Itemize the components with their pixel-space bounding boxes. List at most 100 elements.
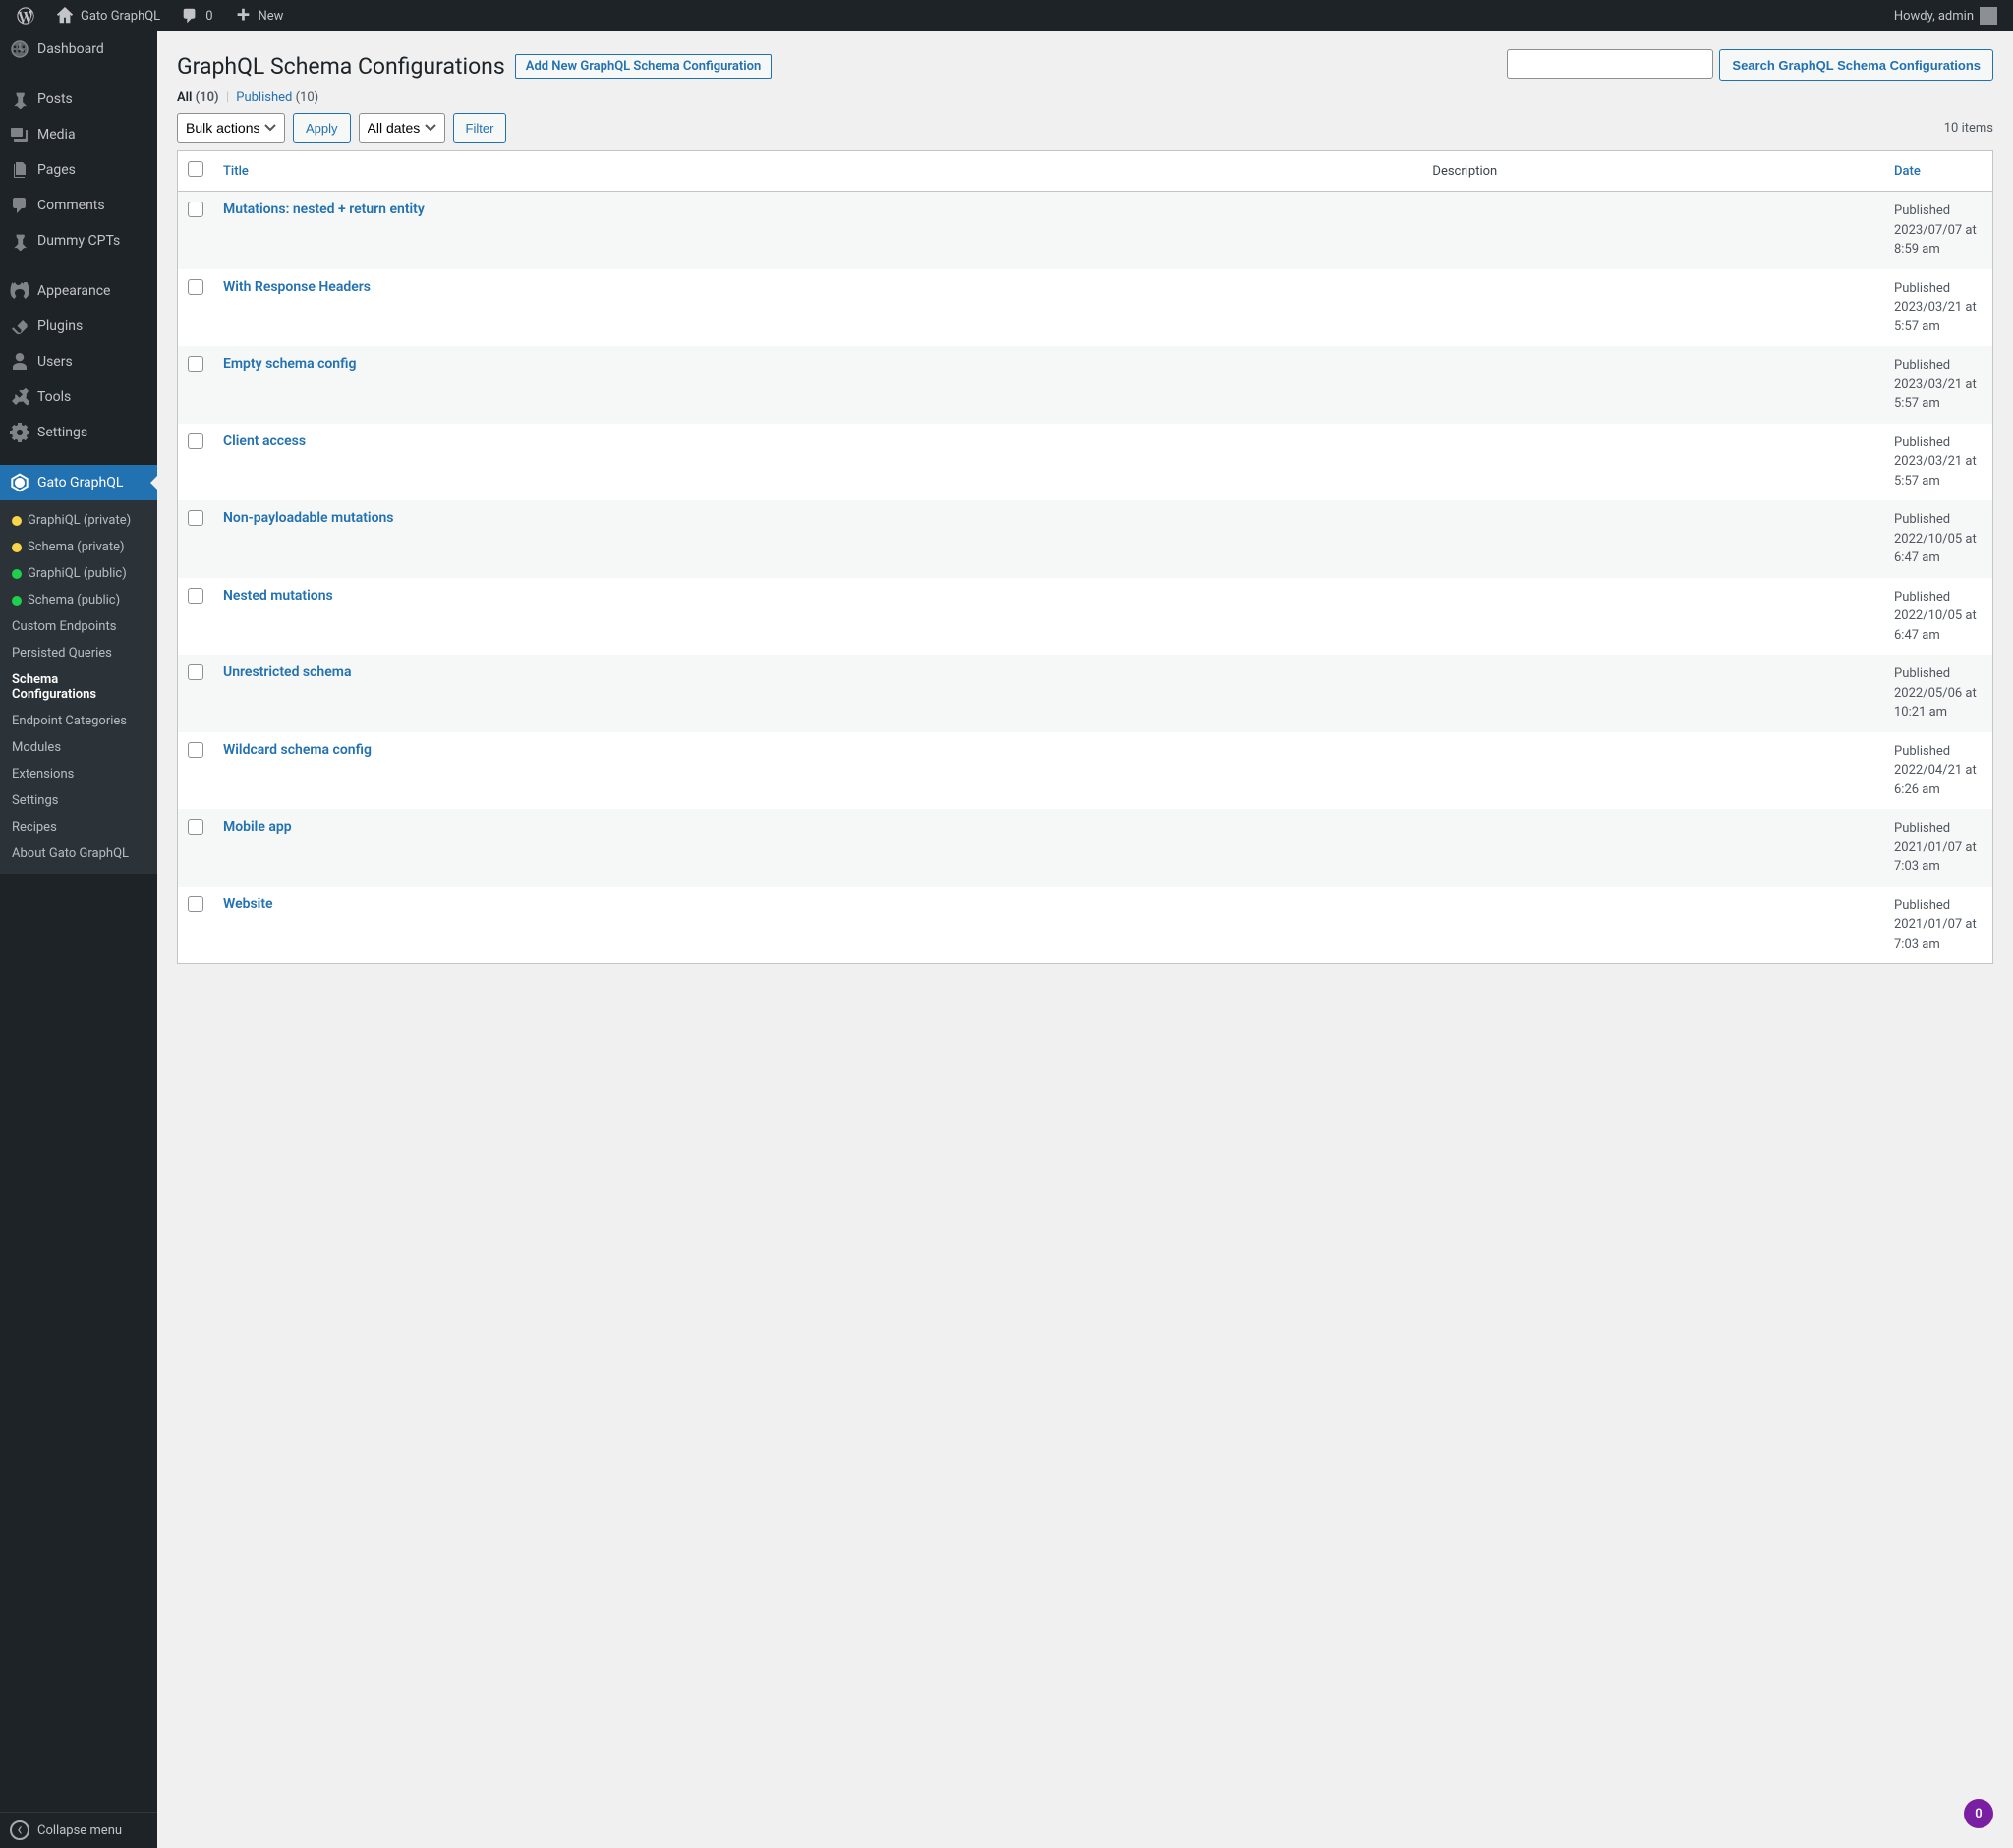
- submenu-item[interactable]: GraphiQL (public): [0, 560, 157, 587]
- menu-item-appearance[interactable]: Appearance: [0, 273, 157, 309]
- account-link[interactable]: Howdy, admin: [1886, 0, 2005, 31]
- submenu-item[interactable]: Recipes: [0, 814, 157, 840]
- table-row: WebsitePublished2021/01/07 at 7:03 am: [178, 887, 1992, 964]
- row-title-link[interactable]: Empty schema config: [223, 356, 356, 372]
- row-date: Published2023/03/21 at 5:57 am: [1894, 356, 1983, 414]
- table-row: Nested mutations Published2022/10/05 at 6…: [178, 578, 1992, 656]
- users-icon: [10, 352, 29, 372]
- row-checkbox[interactable]: [188, 510, 203, 526]
- row-date: Published2022/04/21 at 6:26 am: [1894, 742, 1983, 800]
- menu-label: Gato GraphQL: [37, 475, 123, 491]
- row-checkbox[interactable]: [188, 819, 203, 835]
- row-title-link[interactable]: Mobile app: [223, 819, 292, 835]
- bulk-actions-select[interactable]: Bulk actions: [177, 113, 285, 143]
- comment-icon: [10, 196, 29, 215]
- column-description: Description: [1422, 151, 1884, 192]
- row-title-link[interactable]: Mutations: nested + return entity: [223, 202, 425, 217]
- apply-button[interactable]: Apply: [293, 113, 351, 143]
- plugin-icon: [10, 317, 29, 336]
- menu-label: Settings: [37, 425, 87, 440]
- search-input[interactable]: [1507, 49, 1713, 79]
- menu-label: Dashboard: [37, 41, 104, 57]
- row-date: Published2023/03/21 at 5:57 am: [1894, 279, 1983, 337]
- page-icon: [10, 160, 29, 180]
- submenu-item[interactable]: Custom Endpoints: [0, 613, 157, 640]
- pin-icon: [10, 231, 29, 251]
- submenu-item[interactable]: About Gato GraphQL: [0, 840, 157, 867]
- row-title-link[interactable]: Unrestricted schema: [223, 664, 351, 680]
- notification-badge[interactable]: 0: [1964, 1799, 1993, 1828]
- menu-item-comments[interactable]: Comments: [0, 188, 157, 223]
- menu-item-settings[interactable]: Settings: [0, 415, 157, 450]
- menu-item-dummy-cpts[interactable]: Dummy CPTs: [0, 223, 157, 259]
- menu-label: Appearance: [37, 283, 110, 299]
- main-content: GraphQL Schema Configurations Add New Gr…: [157, 31, 2013, 1848]
- wp-logo[interactable]: [8, 0, 43, 31]
- submenu-item[interactable]: Schema (public): [0, 587, 157, 613]
- menu-item-tools[interactable]: Tools: [0, 379, 157, 415]
- row-checkbox[interactable]: [188, 742, 203, 758]
- row-checkbox[interactable]: [188, 588, 203, 604]
- media-icon: [10, 125, 29, 144]
- table-row: Mutations: nested + return entityPublish…: [178, 192, 1992, 269]
- status-dot: [12, 543, 22, 552]
- submenu-item[interactable]: Persisted Queries: [0, 640, 157, 666]
- comments-link[interactable]: 0: [172, 0, 220, 31]
- status-filters: All (10) | Published (10): [177, 90, 1993, 105]
- row-date: Published2022/10/05 at 6:47 am: [1894, 588, 1983, 646]
- pin-icon: [10, 89, 29, 109]
- column-date[interactable]: Date: [1884, 151, 1992, 192]
- select-all-checkbox[interactable]: [188, 161, 203, 177]
- row-title-link[interactable]: Wildcard schema config: [223, 742, 372, 758]
- new-label: New: [259, 9, 284, 24]
- submenu-item[interactable]: GraphiQL (private): [0, 507, 157, 534]
- submenu-item[interactable]: Schema Configurations: [0, 666, 157, 708]
- menu-label: Users: [37, 354, 73, 370]
- row-checkbox[interactable]: [188, 664, 203, 680]
- filter-button[interactable]: Filter: [453, 113, 507, 143]
- submenu-item[interactable]: Extensions: [0, 761, 157, 787]
- row-title-link[interactable]: Nested mutations: [223, 588, 333, 604]
- menu-item-posts[interactable]: Posts: [0, 82, 157, 117]
- row-title-link[interactable]: With Response Headers: [223, 279, 371, 295]
- row-checkbox[interactable]: [188, 202, 203, 217]
- row-checkbox[interactable]: [188, 356, 203, 372]
- menu-item-dashboard[interactable]: Dashboard: [0, 31, 157, 67]
- submenu-item[interactable]: Endpoint Categories: [0, 708, 157, 734]
- menu-item-gato-graphql[interactable]: Gato GraphQL: [0, 465, 157, 500]
- row-date: Published2021/01/07 at 7:03 am: [1894, 819, 1983, 877]
- search-button[interactable]: Search GraphQL Schema Configurations: [1719, 49, 1993, 81]
- row-checkbox[interactable]: [188, 279, 203, 295]
- column-title[interactable]: Title: [213, 151, 1422, 192]
- row-title-link[interactable]: Client access: [223, 433, 306, 449]
- new-content-link[interactable]: New: [225, 0, 292, 31]
- menu-label: Plugins: [37, 318, 83, 334]
- add-new-button[interactable]: Add New GraphQL Schema Configuration: [515, 54, 772, 79]
- menu-item-plugins[interactable]: Plugins: [0, 309, 157, 344]
- items-count: 10 items: [1944, 121, 1993, 136]
- menu-item-media[interactable]: Media: [0, 117, 157, 152]
- table-row: With Response Headers Published2023/03/21…: [178, 269, 1992, 347]
- collapse-menu-button[interactable]: Collapse menu: [0, 1812, 157, 1848]
- menu-label: Dummy CPTs: [37, 233, 120, 249]
- menu-item-users[interactable]: Users: [0, 344, 157, 379]
- submenu-item[interactable]: Modules: [0, 734, 157, 761]
- row-checkbox[interactable]: [188, 896, 203, 912]
- filter-all[interactable]: All (10): [177, 90, 219, 105]
- site-name-link[interactable]: Gato GraphQL: [47, 0, 168, 31]
- menu-label: Tools: [37, 389, 71, 405]
- date-filter-select[interactable]: All dates: [359, 113, 445, 143]
- submenu-item[interactable]: Schema (private): [0, 534, 157, 560]
- submenu-item[interactable]: Settings: [0, 787, 157, 814]
- tools-icon: [10, 387, 29, 407]
- table-row: Empty schema config Published2023/03/21 a…: [178, 346, 1992, 424]
- row-title-link[interactable]: Non-payloadable mutations: [223, 510, 394, 526]
- row-title-link[interactable]: Website: [223, 896, 273, 912]
- menu-item-pages[interactable]: Pages: [0, 152, 157, 188]
- table-row: Unrestricted schemaPublished2022/05/06 a…: [178, 655, 1992, 732]
- plus-icon: [233, 6, 253, 26]
- row-checkbox[interactable]: [188, 433, 203, 449]
- filter-published[interactable]: Published (10): [236, 90, 318, 105]
- appearance-icon: [10, 281, 29, 301]
- menu-label: Media: [37, 127, 76, 143]
